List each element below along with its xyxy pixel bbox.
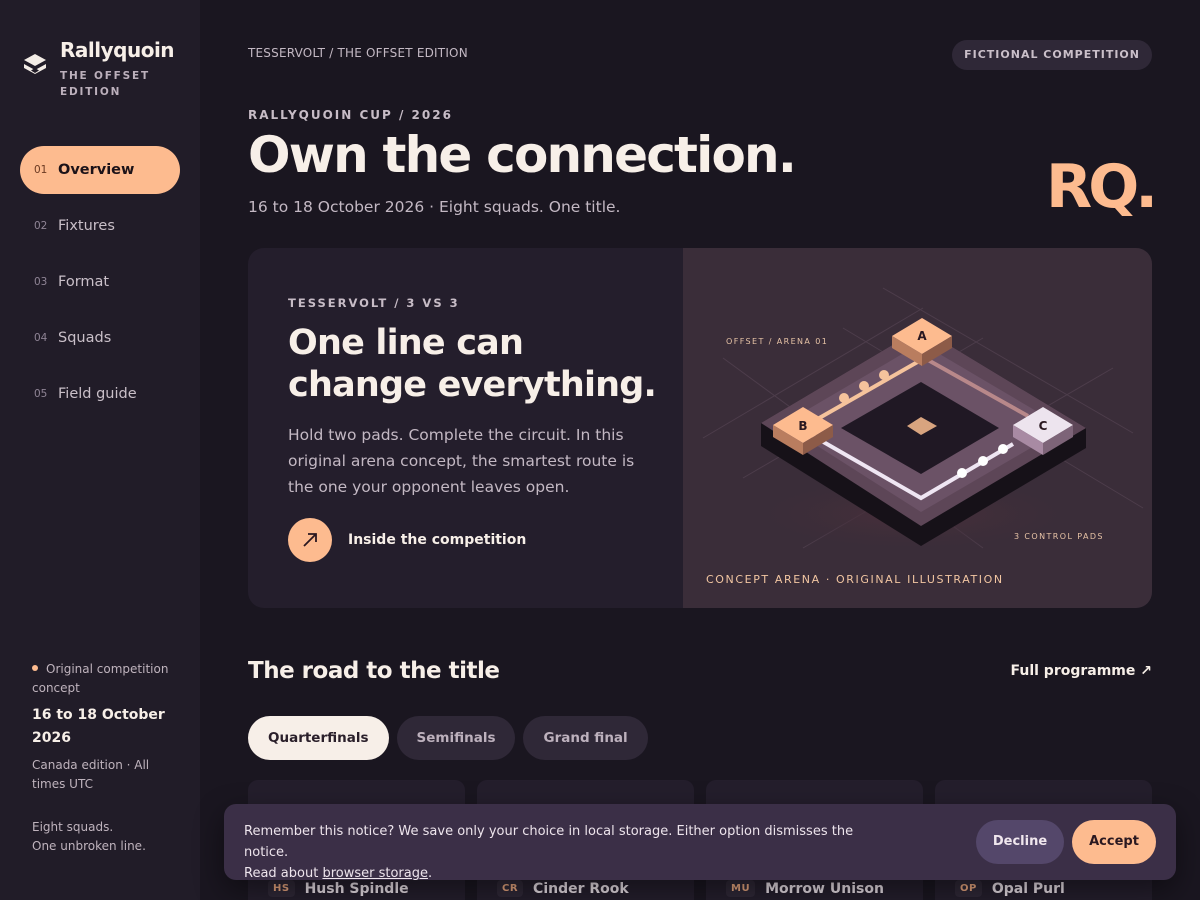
arena-illustration: A B C OFFSET / ARENA 01 3 CONTROL PADS C…: [683, 248, 1152, 608]
main-nav: 01 Overview 02 Fixtures 03 Format 04 Squ…: [20, 146, 180, 426]
nav-label: Fixtures: [58, 218, 115, 234]
arrow-up-right-icon[interactable]: [288, 518, 332, 562]
event-motto: Eight squads. One unbroken line.: [32, 820, 146, 853]
fictional-badge: FICTIONAL COMPETITION: [952, 40, 1152, 70]
team-name: Opal Purl: [991, 880, 1065, 897]
tab-quarterfinals[interactable]: Quarterfinals: [248, 716, 389, 760]
cta-label: Inside the competition: [348, 532, 527, 548]
arena-caption: CONCEPT ARENA · ORIGINAL ILLUSTRATION: [706, 573, 1004, 586]
hero-eyebrow: RALLYQUOIN CUP / 2026: [248, 108, 453, 122]
decline-button[interactable]: Decline: [976, 820, 1064, 864]
road-section-title: The road to the title: [248, 658, 500, 684]
brand-name: Rallyquoin: [60, 38, 175, 62]
nav-label: Squads: [58, 330, 112, 346]
nav-number: 02: [34, 220, 48, 232]
team-abbr: OP: [955, 880, 982, 897]
page-title: Own the connection.: [248, 126, 797, 184]
event-date: 16 to 18 October 2026: [32, 707, 165, 746]
notice-text: Remember this notice? We save only your …: [244, 824, 854, 881]
nav-label: Format: [58, 274, 110, 290]
inside-competition-link[interactable]: Inside the competition: [288, 518, 526, 562]
tab-semifinals[interactable]: Semifinals: [396, 716, 516, 760]
nav-item-overview[interactable]: 01 Overview: [20, 146, 180, 194]
browser-storage-link[interactable]: browser storage: [322, 866, 428, 881]
breadcrumb: TESSERVOLT / THE OFFSET EDITION: [248, 46, 468, 60]
nav-label: Field guide: [58, 386, 137, 402]
arena-graphic: A B C OFFSET / ARENA 01 3 CONTROL PADS: [702, 287, 1144, 554]
hero-subtitle: 16 to 18 October 2026 · Eight squads. On…: [248, 198, 621, 216]
monogram-logo: RQ.: [1046, 152, 1158, 222]
layered-diamond-icon: [24, 54, 46, 74]
storage-notice: Remember this notice? We save only your …: [224, 804, 1176, 881]
stage-tabs: Quarterfinals Semifinals Grand final: [248, 716, 656, 760]
event-meta: Canada edition · All times UTC: [32, 758, 150, 791]
nav-item-fixtures[interactable]: 02 Fixtures: [20, 202, 180, 250]
pad-c-label: C: [1039, 419, 1048, 433]
nav-number: 04: [34, 332, 48, 344]
accent-dot-icon: [32, 665, 38, 671]
brand[interactable]: Rallyquoin THE OFFSET EDITION: [22, 38, 175, 100]
pad-b-label: B: [798, 419, 807, 433]
pad-a-label: A: [917, 329, 927, 343]
nav-item-format[interactable]: 03 Format: [20, 258, 180, 306]
feature-title: One line can change everything.: [288, 323, 657, 405]
feature-card: TESSERVOLT / 3 VS 3 One line can change e…: [248, 248, 1152, 608]
nav-number: 01: [34, 164, 48, 176]
feature-body: Hold two pads. Complete the circuit. In …: [288, 426, 635, 496]
nav-number: 05: [34, 388, 48, 400]
sidebar: Rallyquoin THE OFFSET EDITION 01 Overvie…: [0, 0, 200, 900]
arena-label: OFFSET / ARENA 01: [726, 337, 828, 346]
nav-number: 03: [34, 276, 48, 288]
nav-item-squads[interactable]: 04 Squads: [20, 314, 180, 362]
event-tag: Original competition concept: [32, 662, 169, 695]
event-info: Original competition concept 16 to 18 Oc…: [32, 660, 172, 856]
accept-button[interactable]: Accept: [1072, 820, 1156, 864]
full-programme-link[interactable]: Full programme ↗: [1011, 663, 1153, 679]
tab-grand-final[interactable]: Grand final: [523, 716, 648, 760]
nav-label: Overview: [58, 162, 135, 178]
nav-item-field-guide[interactable]: 05 Field guide: [20, 370, 180, 418]
brand-subtitle: THE OFFSET EDITION: [60, 70, 150, 98]
pads-count-label: 3 CONTROL PADS: [1014, 532, 1104, 541]
feature-eyebrow: TESSERVOLT / 3 VS 3: [288, 296, 460, 310]
